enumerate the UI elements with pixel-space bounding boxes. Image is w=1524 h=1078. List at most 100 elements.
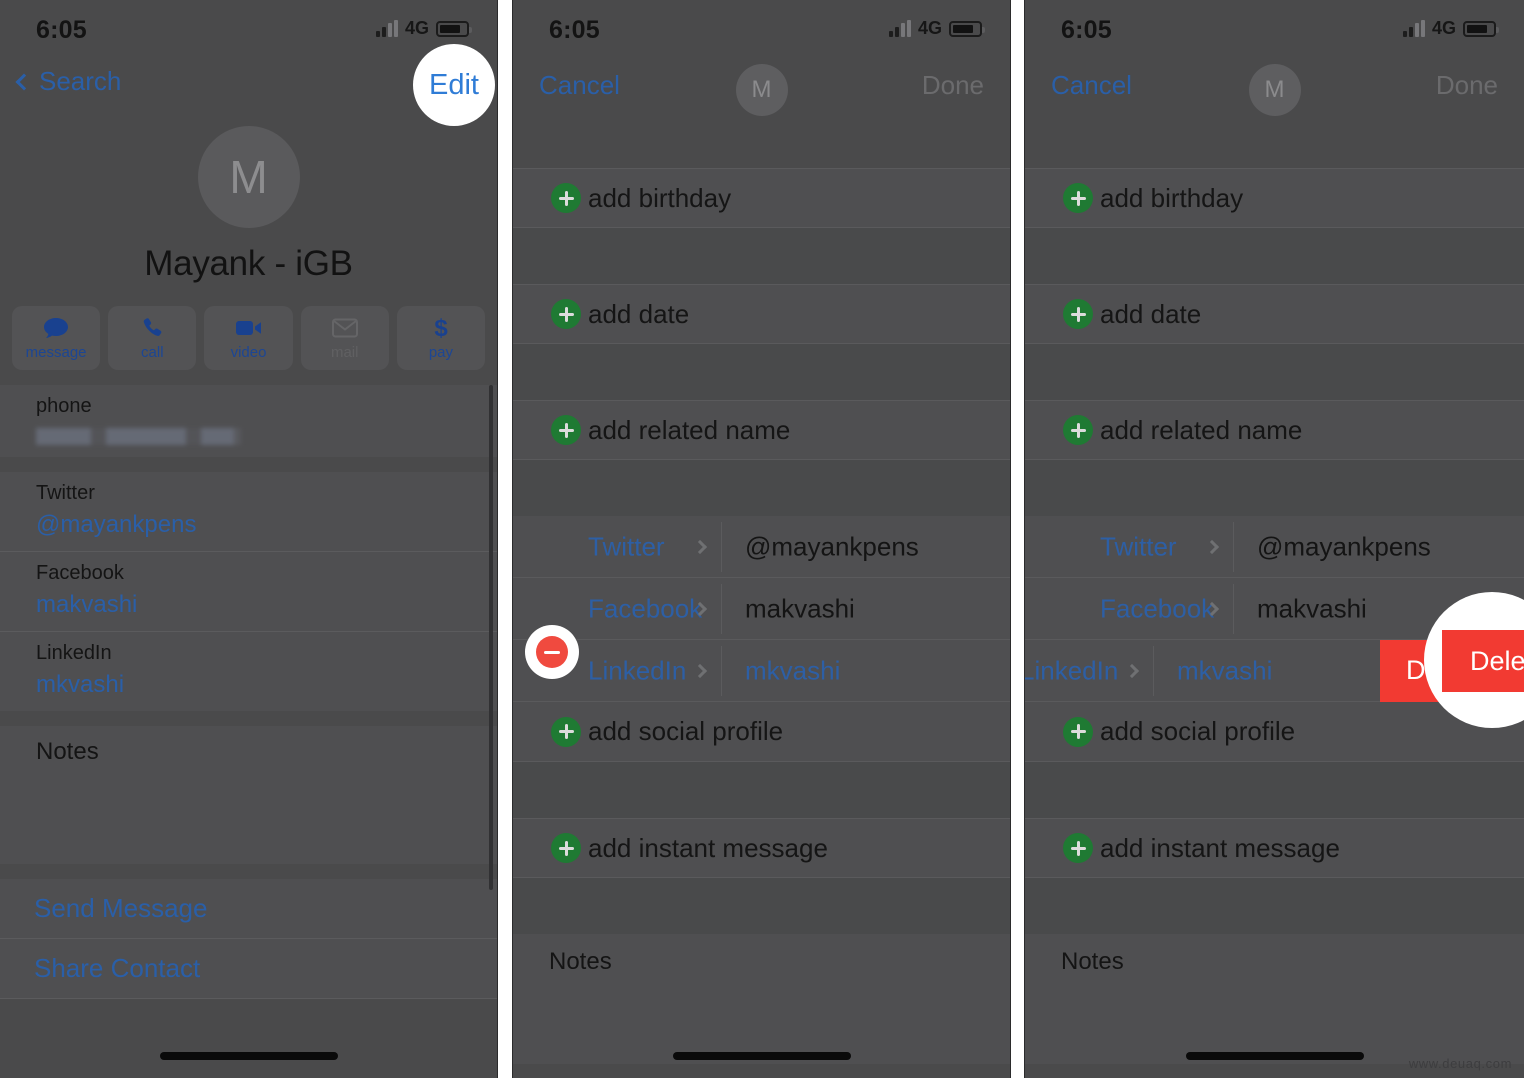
delete-label: Delete <box>1470 645 1524 676</box>
edit-button-highlighted[interactable]: Edit <box>429 69 479 102</box>
notes-card[interactable]: Notes <box>0 726 497 864</box>
plus-circle-icon[interactable] <box>1063 299 1093 329</box>
social-value[interactable]: @mayankpens <box>1257 531 1431 562</box>
chevron-right-icon[interactable] <box>1204 539 1220 554</box>
done-button[interactable]: Done <box>922 70 984 101</box>
add-social-profile-label: add social profile <box>1100 716 1296 746</box>
plus-circle-icon[interactable] <box>551 716 581 747</box>
social-label[interactable]: LinkedIn <box>588 655 686 686</box>
delete-button-highlighted[interactable]: Delete <box>1442 630 1524 692</box>
plus-circle-icon[interactable] <box>1063 716 1093 747</box>
add-instant-message-label: add instant message <box>1100 832 1340 863</box>
back-to-search-button[interactable]: Search <box>15 66 122 97</box>
table-row[interactable]: LinkedIn mkvashi <box>513 640 1010 702</box>
divider <box>721 583 722 634</box>
avatar[interactable]: M <box>735 64 788 116</box>
add-instant-message-row[interactable]: add instant message <box>1025 818 1524 878</box>
done-button[interactable]: Done <box>1436 70 1498 101</box>
status-bar: 6:05 4G <box>513 0 1010 58</box>
highlight-edit-button[interactable]: Edit <box>413 44 495 126</box>
plus-circle-icon[interactable] <box>1063 183 1093 213</box>
status-time: 6:05 <box>549 16 600 44</box>
table-row[interactable]: Twitter @mayankpens <box>1025 516 1524 578</box>
plus-circle-icon[interactable] <box>551 833 581 863</box>
social-label[interactable]: Facebook <box>1100 593 1214 624</box>
highlight-minus-button[interactable] <box>525 625 579 679</box>
add-related-name-row[interactable]: add related name <box>513 400 1010 460</box>
add-birthday-row[interactable]: add birthday <box>1025 168 1524 228</box>
cellular-bars-icon <box>888 20 911 37</box>
action-pay[interactable]: $ pay <box>396 306 486 370</box>
social-value[interactable]: @mayankpens <box>745 531 919 562</box>
social-label[interactable]: Twitter <box>588 531 665 562</box>
chevron-right-icon[interactable] <box>692 663 708 678</box>
back-label: Search <box>39 66 122 96</box>
plus-circle-icon[interactable] <box>551 183 581 213</box>
field-value[interactable]: makvashi <box>36 591 497 619</box>
social-value[interactable]: mkvashi <box>1177 655 1272 686</box>
avatar[interactable]: M <box>1248 64 1301 116</box>
watermark: www.deuaq.com <box>1408 1056 1512 1071</box>
phone-label: phone <box>36 395 92 417</box>
social-label[interactable]: Facebook <box>588 593 702 624</box>
field-value[interactable]: mkvashi <box>36 671 497 699</box>
table-row[interactable]: Facebook makvashi <box>513 578 1010 640</box>
share-contact-button[interactable]: Share Contact <box>0 939 497 999</box>
divider <box>721 645 722 696</box>
chevron-right-icon[interactable] <box>692 539 708 554</box>
cancel-button[interactable]: Cancel <box>1051 70 1132 101</box>
notes-card[interactable]: Notes <box>513 934 1010 1064</box>
action-call-label: call <box>141 344 164 361</box>
scrollbar[interactable] <box>489 385 493 890</box>
social-label[interactable]: LinkedIn <box>1025 655 1118 686</box>
dollar-sign-icon: $ <box>432 315 450 341</box>
spacer <box>1025 878 1524 934</box>
home-indicator <box>159 1052 338 1060</box>
social-value[interactable]: makvashi <box>745 593 855 624</box>
add-related-name-row[interactable]: add related name <box>1025 400 1524 460</box>
field-value[interactable]: @mayankpens <box>36 511 497 539</box>
minus-circle-icon[interactable] <box>536 636 568 668</box>
divider <box>1233 583 1234 634</box>
video-camera-icon <box>235 315 263 341</box>
add-instant-message-row[interactable]: add instant message <box>513 818 1010 878</box>
send-message-button[interactable]: Send Message <box>0 879 497 939</box>
spacer <box>1025 228 1524 284</box>
spacer <box>513 762 1010 818</box>
list-item[interactable]: Facebook makvashi <box>0 552 497 632</box>
social-value[interactable]: makvashi <box>1257 593 1367 624</box>
chevron-right-icon[interactable] <box>1124 663 1140 678</box>
plus-circle-icon[interactable] <box>1063 833 1093 863</box>
action-message-label: message <box>25 344 87 361</box>
phone-row[interactable]: phone <box>0 385 497 457</box>
add-date-row[interactable]: add date <box>513 284 1010 344</box>
action-video[interactable]: video <box>204 306 293 370</box>
action-call[interactable]: call <box>108 306 197 370</box>
add-related-name-label: add related name <box>1100 414 1303 445</box>
divider <box>1153 645 1154 696</box>
cancel-button[interactable]: Cancel <box>539 70 620 101</box>
action-message[interactable]: message <box>12 306 101 370</box>
plus-circle-icon[interactable] <box>1063 415 1093 445</box>
screenshot-stage: 6:05 4G Search Edit M Mayank - iGB <box>0 0 1524 1078</box>
list-item[interactable]: Twitter @mayankpens <box>0 472 497 552</box>
field-label: Facebook <box>36 562 124 584</box>
spacer <box>513 344 1010 400</box>
plus-circle-icon[interactable] <box>551 299 581 329</box>
plus-circle-icon[interactable] <box>551 415 581 445</box>
add-date-row[interactable]: add date <box>1025 284 1524 344</box>
add-date-label: add date <box>588 298 690 329</box>
add-social-profile-row[interactable]: add social profile <box>513 702 1010 762</box>
list-item[interactable]: LinkedIn mkvashi <box>0 632 497 711</box>
social-value[interactable]: mkvashi <box>745 655 840 686</box>
row-content: Twitter @mayankpens <box>1025 516 1524 578</box>
social-label[interactable]: Twitter <box>1100 531 1177 562</box>
notes-label: Notes <box>549 948 612 975</box>
add-birthday-row[interactable]: add birthday <box>513 168 1010 228</box>
notes-card[interactable]: Notes <box>1025 934 1524 1064</box>
table-row[interactable]: Twitter @mayankpens <box>513 516 1010 578</box>
